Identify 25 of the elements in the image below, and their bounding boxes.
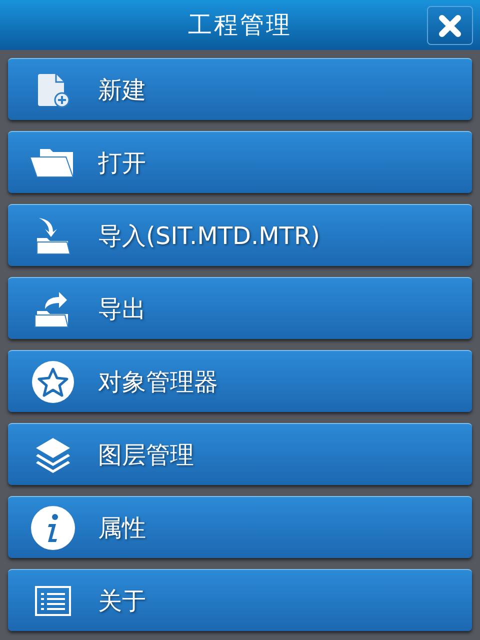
close-button[interactable] — [427, 6, 473, 45]
menu-label: 打开 — [98, 148, 146, 178]
menu-button[interactable]: 图层管理 — [8, 423, 472, 485]
menu-button[interactable]: 对象管理器 — [8, 350, 472, 412]
menu-label: 新建 — [98, 74, 146, 106]
menu-button[interactable]: 导入(SIT.MTD.MTR) — [8, 204, 472, 266]
menu-button[interactable]: 导出 — [8, 277, 472, 339]
menu-button[interactable]: 关于 — [8, 569, 472, 631]
menu-label: 关于 — [98, 586, 146, 616]
menu-button[interactable]: 新建 — [8, 58, 472, 120]
star-circle-icon — [31, 360, 75, 404]
menu-button[interactable]: 打开 — [8, 131, 472, 193]
menu-label: 属性 — [98, 512, 146, 544]
menu-label: 对象管理器 — [98, 366, 218, 398]
window-title: 工程管理 — [188, 10, 292, 41]
menu-button[interactable]: 属性 — [8, 496, 472, 558]
close-icon — [438, 14, 462, 38]
list-icon — [35, 586, 71, 616]
folder-icon — [30, 146, 76, 178]
menu-label: 导入(SIT.MTD.MTR) — [98, 220, 320, 252]
menu-label: 图层管理 — [98, 440, 194, 470]
new-document-icon — [36, 72, 70, 108]
layers-icon — [34, 436, 72, 474]
info-icon — [30, 504, 76, 550]
menu-label: 导出 — [98, 294, 146, 324]
